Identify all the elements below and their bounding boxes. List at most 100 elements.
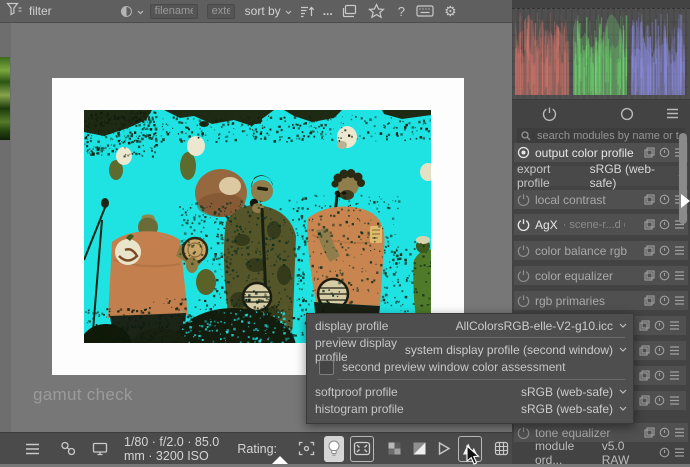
filmstrip-expander-arrow[interactable] (272, 456, 288, 464)
module-order-row[interactable]: module ord... v5.0 RAW (514, 443, 688, 462)
overlays-button[interactable] (368, 3, 385, 19)
module-row-partial[interactable] (634, 391, 686, 410)
reset-icon[interactable] (654, 395, 665, 406)
multi-instance-icon[interactable] (644, 245, 655, 256)
module-row-partial[interactable] (634, 316, 686, 335)
panel-collapse-arrow[interactable] (681, 194, 690, 208)
reset-icon[interactable] (659, 219, 670, 230)
sort-by-chevron-icon[interactable] (285, 4, 292, 18)
panel-scrollbar[interactable] (679, 133, 687, 224)
scope-mode-button[interactable] (620, 107, 634, 121)
second-window-button[interactable] (92, 442, 108, 456)
chevron-down-icon (619, 347, 627, 352)
second-preview-checkbox-row[interactable]: second preview window color assessment (315, 358, 627, 376)
module-output-color-profile[interactable]: output color profile (514, 143, 688, 162)
multi-instance-icon[interactable] (644, 427, 655, 438)
grouping-button[interactable] (341, 4, 357, 18)
reset-icon[interactable] (659, 270, 670, 281)
multi-instance-icon[interactable] (639, 345, 650, 356)
reset-icon[interactable] (654, 320, 665, 331)
reset-icon[interactable] (659, 147, 670, 158)
shortcuts-button[interactable] (416, 5, 434, 17)
color-assessment-button[interactable] (324, 436, 344, 462)
full-preview-button[interactable] (350, 436, 374, 462)
hamburger-icon (25, 443, 40, 455)
presets-icon[interactable] (674, 271, 685, 280)
color-label-gray-button[interactable] (107, 6, 118, 17)
display-profile-row[interactable]: display profile AllColorsRGB-elle-V2-g10… (315, 317, 627, 334)
extension-input[interactable] (207, 4, 235, 19)
multi-instance-icon[interactable] (644, 147, 655, 158)
scope-power-button[interactable] (542, 106, 557, 121)
guides-button[interactable] (491, 436, 512, 462)
presets-icon[interactable] (669, 396, 680, 405)
module-color-equalizer[interactable]: color equalizer (514, 266, 688, 285)
reset-icon[interactable] (654, 370, 665, 381)
reset-icon[interactable] (659, 245, 670, 256)
module-agx[interactable]: AgX · scene-r...d default (514, 214, 688, 235)
color-label-toggle-button[interactable] (118, 6, 132, 17)
overexposure-button[interactable] (384, 436, 405, 462)
power-icon[interactable] (517, 294, 530, 307)
presets-icon[interactable] (669, 321, 680, 330)
module-rgb-primaries[interactable]: rgb primaries (514, 291, 688, 310)
filename-input[interactable] (150, 4, 198, 19)
module-row-partial[interactable] (634, 366, 686, 385)
power-icon[interactable] (517, 244, 530, 257)
panel-menu-button[interactable] (25, 443, 40, 455)
presets-icon[interactable] (674, 448, 685, 457)
edited-photo-gamut-check[interactable] (84, 110, 431, 343)
bottom-toolbar: 1/80 · f/2.0 · 85.0 mm · 3200 ISO Rating… (0, 432, 512, 464)
power-icon[interactable] (517, 426, 530, 439)
histogram-scope[interactable] (512, 8, 690, 100)
multi-instance-icon[interactable] (644, 270, 655, 281)
chevron-down-icon[interactable] (137, 4, 144, 18)
module-color-balance-rgb[interactable]: color balance rgb (514, 241, 688, 260)
multi-instance-icon[interactable] (644, 194, 655, 205)
sort-direction-button[interactable] (300, 4, 315, 18)
multi-instance-icon[interactable] (639, 395, 650, 406)
module-search[interactable] (517, 128, 685, 143)
module-local-contrast[interactable]: local contrast (514, 190, 688, 209)
power-icon[interactable] (517, 218, 530, 231)
color-label-red-button[interactable] (52, 6, 63, 17)
scope-menu-button[interactable] (666, 108, 679, 119)
presets-icon[interactable] (669, 346, 680, 355)
presets-icon[interactable] (669, 371, 680, 380)
color-label-purple-button[interactable] (96, 6, 107, 17)
multi-instance-icon[interactable] (644, 219, 655, 230)
power-icon[interactable] (517, 269, 530, 282)
module-row-partial[interactable] (634, 341, 686, 360)
presets-icon[interactable] (674, 246, 685, 255)
styles-button[interactable] (60, 441, 76, 456)
checkbox[interactable] (319, 360, 334, 375)
color-label-yellow-button[interactable] (63, 6, 74, 17)
focus-peaking-button[interactable] (295, 436, 318, 462)
more-options-button[interactable]: ... (323, 4, 333, 18)
sort-by-label[interactable]: sort by (245, 4, 281, 18)
power-icon[interactable] (517, 193, 530, 206)
module-search-input[interactable] (535, 129, 681, 143)
help-button[interactable]: ? (398, 4, 405, 19)
softproof-button[interactable] (434, 436, 454, 462)
reset-icon[interactable] (659, 194, 670, 205)
multi-instance-icon[interactable] (639, 320, 650, 331)
reset-icon[interactable] (659, 427, 670, 438)
rgb-parade-waveform (512, 9, 688, 98)
multi-instance-icon[interactable] (644, 295, 655, 306)
preview-display-profile-row[interactable]: preview display profile system display p… (315, 341, 627, 358)
rating-label[interactable]: Rating: (237, 442, 277, 456)
raw-overexposure-button[interactable] (409, 436, 430, 462)
color-label-green-button[interactable] (74, 6, 85, 17)
histogram-profile-row[interactable]: histogram profile sRGB (web-safe) (315, 400, 627, 417)
reset-icon[interactable] (659, 447, 670, 458)
export-profile-combobox[interactable]: export profile sRGB (web-safe) (514, 166, 688, 186)
preferences-button[interactable]: ⚙ (444, 3, 457, 20)
multi-instance-icon[interactable] (639, 370, 650, 381)
reset-icon[interactable] (659, 295, 670, 306)
color-label-blue-button[interactable] (85, 6, 96, 17)
softproof-profile-row[interactable]: softproof profile sRGB (web-safe) (315, 383, 627, 400)
reset-icon[interactable] (654, 345, 665, 356)
presets-icon[interactable] (674, 296, 685, 305)
presets-icon[interactable] (674, 428, 685, 437)
